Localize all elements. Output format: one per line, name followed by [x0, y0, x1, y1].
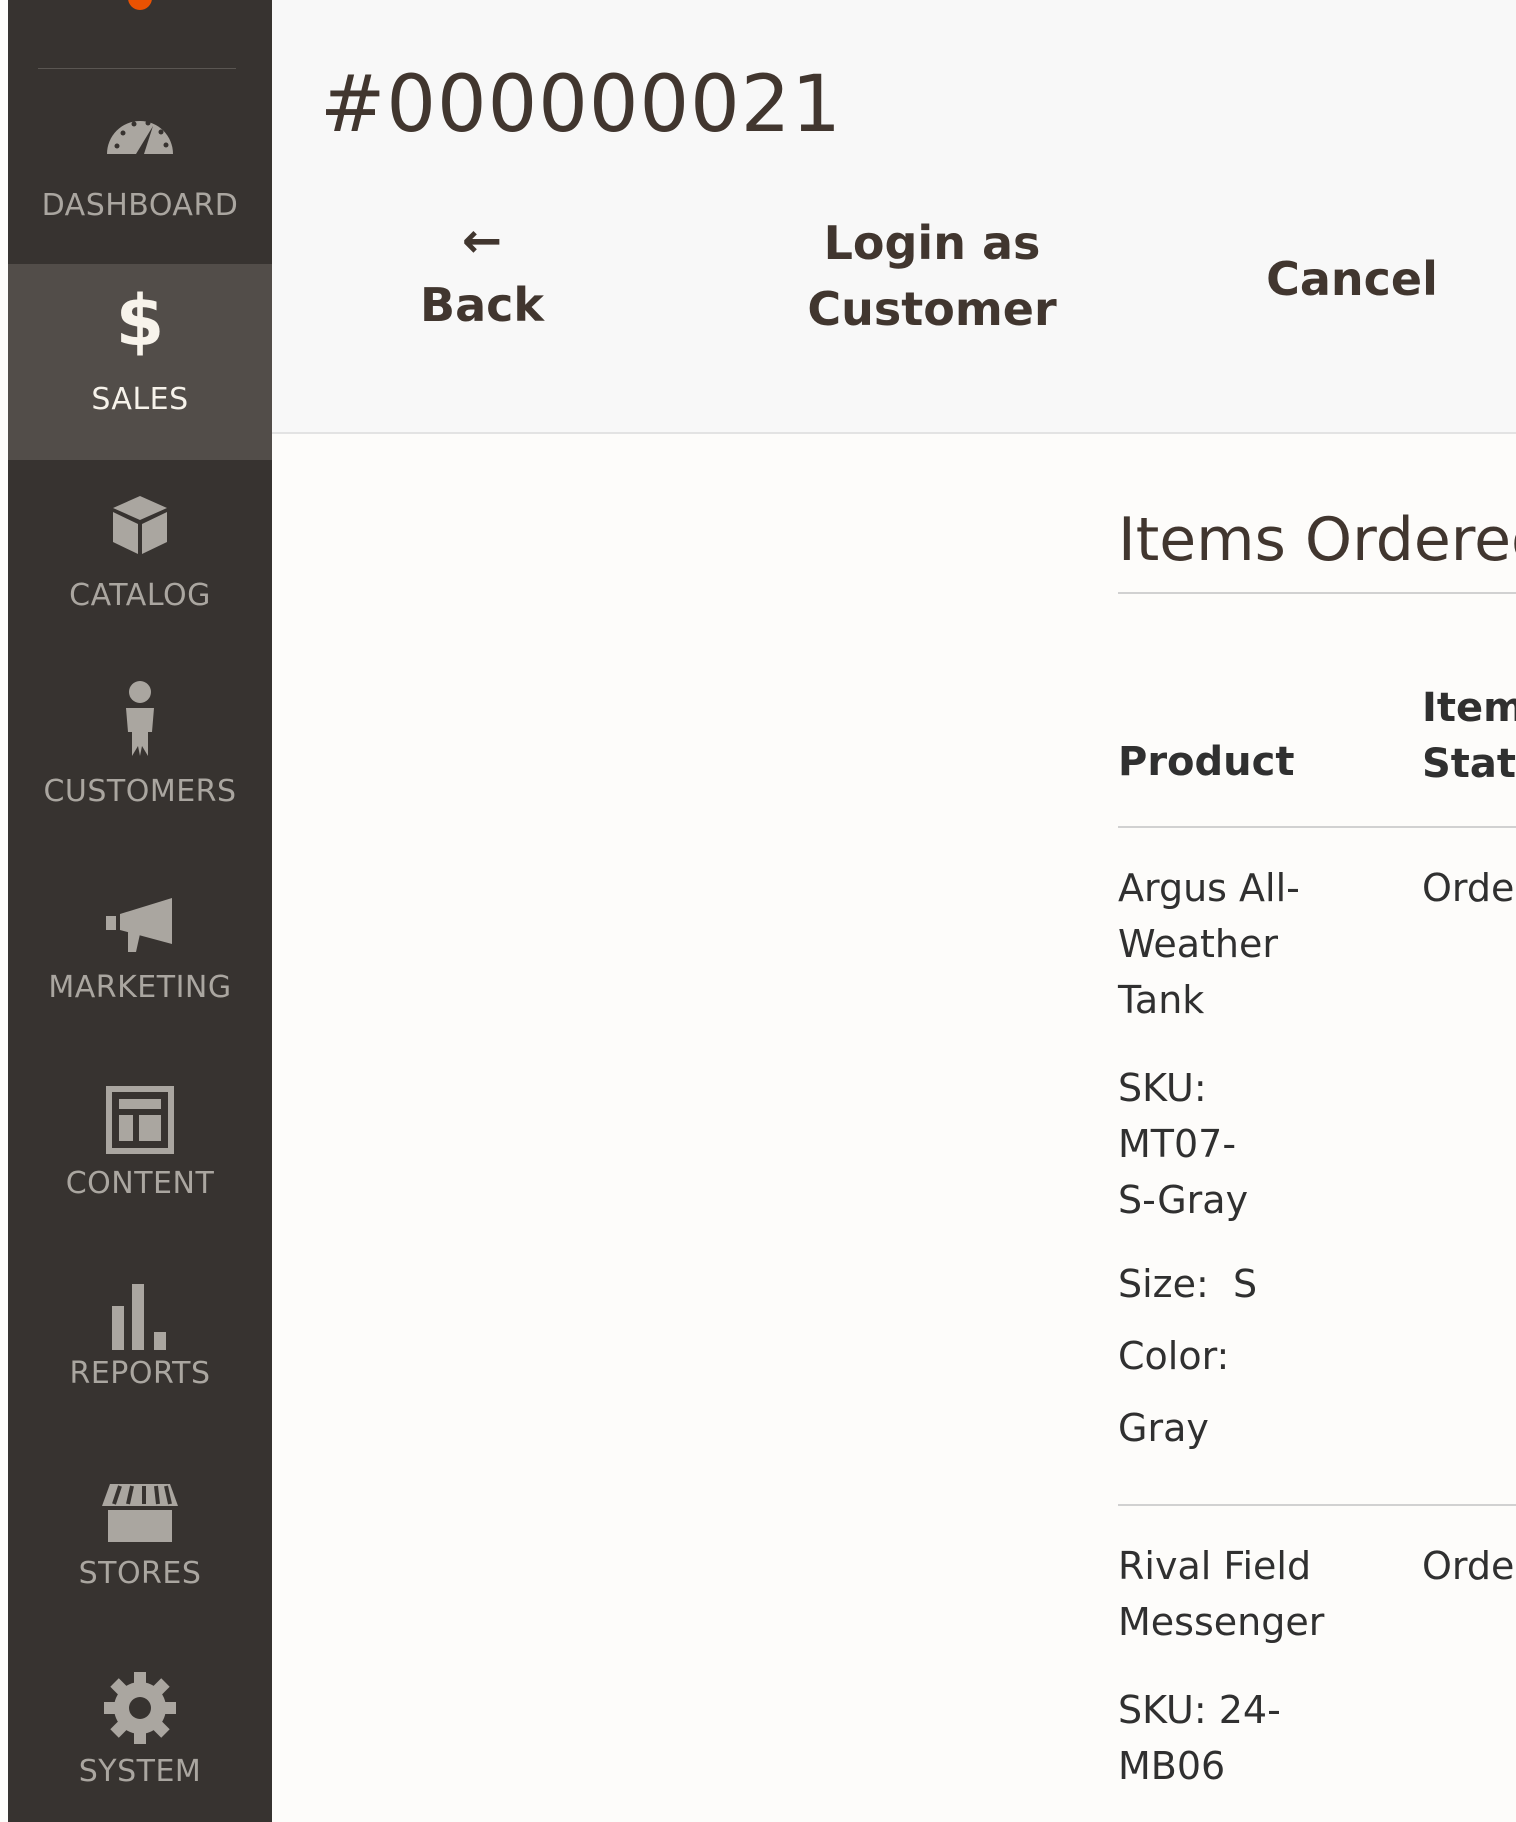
product-size: Size: S	[1118, 1262, 1258, 1306]
product-sku: SKU: MT07- S-Gray	[1118, 1060, 1248, 1228]
table-row-divider	[1118, 1504, 1516, 1506]
sidebar-item-customers[interactable]: CUSTOMERS	[8, 656, 272, 852]
product-sku: SKU: 24- MB06	[1118, 1682, 1281, 1794]
sidebar-item-sales[interactable]: $ SALES	[8, 264, 272, 460]
back-button-label: Back	[420, 278, 544, 332]
product-name-line: Weather	[1118, 922, 1278, 966]
sku-line: MB06	[1118, 1744, 1226, 1788]
arrow-left-icon: ←	[461, 213, 503, 269]
sidebar-item-label: SALES	[91, 382, 189, 417]
sku-line: SKU: 24-	[1118, 1688, 1281, 1732]
sidebar-item-stores[interactable]: STORES	[8, 1440, 272, 1636]
item-status: Ordered	[1422, 866, 1516, 910]
sidebar-item-reports[interactable]: REPORTS	[8, 1244, 272, 1440]
megaphone-icon	[8, 852, 272, 954]
layout-icon	[8, 1048, 272, 1154]
box-icon	[8, 460, 272, 556]
gear-icon	[8, 1636, 272, 1744]
product-name: Argus All- Weather Tank	[1118, 860, 1300, 1028]
product-name-line: Tank	[1118, 978, 1205, 1022]
item-status: Ordered	[1422, 1544, 1516, 1588]
sidebar-item-catalog[interactable]: CATALOG	[8, 460, 272, 656]
magento-logo[interactable]	[128, 0, 152, 10]
column-header-item-status: Item Status	[1422, 680, 1516, 792]
sidebar-item-label: CONTENT	[65, 1166, 215, 1201]
column-header-product: Product	[1118, 739, 1295, 785]
sku-line: S-Gray	[1118, 1178, 1249, 1222]
sidebar-item-label: DASHBOARD	[41, 188, 239, 223]
sidebar-item-marketing[interactable]: MARKETING	[8, 852, 272, 1048]
sidebar-item-label: STORES	[78, 1556, 202, 1591]
sku-line: MT07-	[1118, 1122, 1237, 1166]
product-name-line: Argus All-	[1118, 866, 1300, 910]
sidebar-item-dashboard[interactable]: DASHBOARD	[8, 68, 272, 264]
person-icon	[8, 656, 272, 758]
product-name-line: Rival Field	[1118, 1544, 1312, 1588]
product-color-label: Color:	[1118, 1334, 1230, 1378]
table-header-divider	[1118, 826, 1516, 828]
login-as-customer-button[interactable]: Login as Customer	[782, 210, 1082, 342]
cancel-button[interactable]: Cancel	[1252, 246, 1452, 312]
dashboard-icon	[8, 68, 272, 158]
storefront-icon	[8, 1440, 272, 1544]
product-color-value: Gray	[1118, 1406, 1209, 1450]
sidebar-item-system[interactable]: SYSTEM	[8, 1636, 272, 1822]
sidebar-item-label: SYSTEM	[78, 1754, 202, 1789]
section-title: Items Ordered	[1118, 505, 1516, 575]
login-button-label-line2: Customer	[807, 282, 1057, 336]
admin-sidebar: DASHBOARD $ SALES CATALOG CUSTOMERS MARK…	[8, 0, 272, 1822]
bar-chart-icon	[8, 1244, 272, 1350]
sidebar-item-label: CUSTOMERS	[43, 774, 237, 809]
dollar-icon: $	[115, 280, 165, 362]
sidebar-item-label: MARKETING	[48, 970, 232, 1005]
column-header-line: Item	[1422, 685, 1516, 731]
login-button-label-line1: Login as	[823, 216, 1041, 270]
sidebar-item-label: CATALOG	[69, 578, 211, 613]
product-name: Rival Field Messenger	[1118, 1538, 1324, 1650]
sidebar-item-content[interactable]: CONTENT	[8, 1048, 272, 1244]
sidebar-item-label: REPORTS	[69, 1356, 211, 1391]
sku-line: SKU:	[1118, 1066, 1207, 1110]
back-button[interactable]: ← Back	[412, 210, 552, 338]
page-header: #000000021 ← Back Login as Customer Canc…	[272, 0, 1516, 434]
column-header-line: Status	[1422, 741, 1516, 787]
product-name-line: Messenger	[1118, 1600, 1325, 1644]
page-title: #000000021	[320, 60, 842, 150]
section-divider	[1118, 592, 1516, 594]
